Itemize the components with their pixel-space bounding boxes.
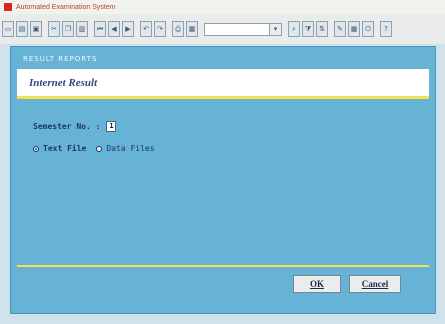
radio-unchecked-icon[interactable]	[96, 145, 103, 152]
save-icon[interactable]: ▣	[30, 21, 42, 37]
redo-icon[interactable]: ↷	[154, 21, 166, 37]
exit-icon[interactable]: ⏻	[362, 21, 374, 37]
ok-button[interactable]: OK	[293, 275, 341, 293]
window-title: Automated Examination System	[16, 3, 116, 11]
help-icon[interactable]: ?	[380, 21, 392, 37]
result-reports-dialog: RESULT REPORTS Internet Result Semester …	[10, 46, 436, 314]
new-icon[interactable]: ▭	[2, 21, 14, 37]
semester-row: Semester No. : 1	[33, 121, 117, 132]
data-files-option[interactable]: Data Files	[96, 144, 155, 153]
filter-icon[interactable]: ⧩	[302, 21, 314, 37]
cancel-button[interactable]: Cancel	[349, 275, 401, 293]
record-combo[interactable]: ▾	[204, 22, 282, 36]
radio-checked-icon[interactable]	[33, 145, 39, 152]
prev-record-icon[interactable]: ◀	[108, 21, 120, 37]
semester-label: Semester No. :	[33, 122, 101, 131]
text-file-option[interactable]: Text File	[33, 144, 86, 153]
edit-icon[interactable]: ✎	[334, 21, 346, 37]
find-icon[interactable]: ⌕	[288, 21, 300, 37]
print-icon[interactable]: ⎙	[172, 21, 184, 37]
next-record-icon[interactable]: ▶	[122, 21, 134, 37]
file-type-group: Text File Data Files	[33, 144, 165, 153]
app-icon	[4, 3, 12, 11]
open-icon[interactable]: ▤	[16, 21, 28, 37]
grid-icon[interactable]: ▦	[348, 21, 360, 37]
toolbar: ▭ ▤ ▣ ✂ ❐ ▥ ⏮ ◀ ▶ ↶ ↷ ⎙ ▦ ▾ ⌕ ⧩ ⇅ ✎ ▦ ⏻ …	[0, 14, 445, 44]
divider	[17, 265, 429, 267]
undo-icon[interactable]: ↶	[140, 21, 152, 37]
sort-icon[interactable]: ⇅	[316, 21, 328, 37]
section-label: RESULT REPORTS	[23, 55, 98, 63]
copy-icon[interactable]: ❐	[62, 21, 74, 37]
paste-icon[interactable]: ▥	[76, 21, 88, 37]
text-file-label: Text File	[43, 144, 87, 153]
title-bar: Automated Examination System	[0, 0, 445, 14]
page-title: Internet Result	[29, 76, 98, 89]
chevron-down-icon[interactable]: ▾	[269, 23, 281, 35]
header-band: Internet Result	[17, 69, 429, 99]
data-files-label: Data Files	[106, 144, 155, 153]
preview-icon[interactable]: ▦	[186, 21, 198, 37]
semester-input[interactable]: 1	[106, 121, 117, 132]
first-record-icon[interactable]: ⏮	[94, 21, 106, 37]
cut-icon[interactable]: ✂	[48, 21, 60, 37]
